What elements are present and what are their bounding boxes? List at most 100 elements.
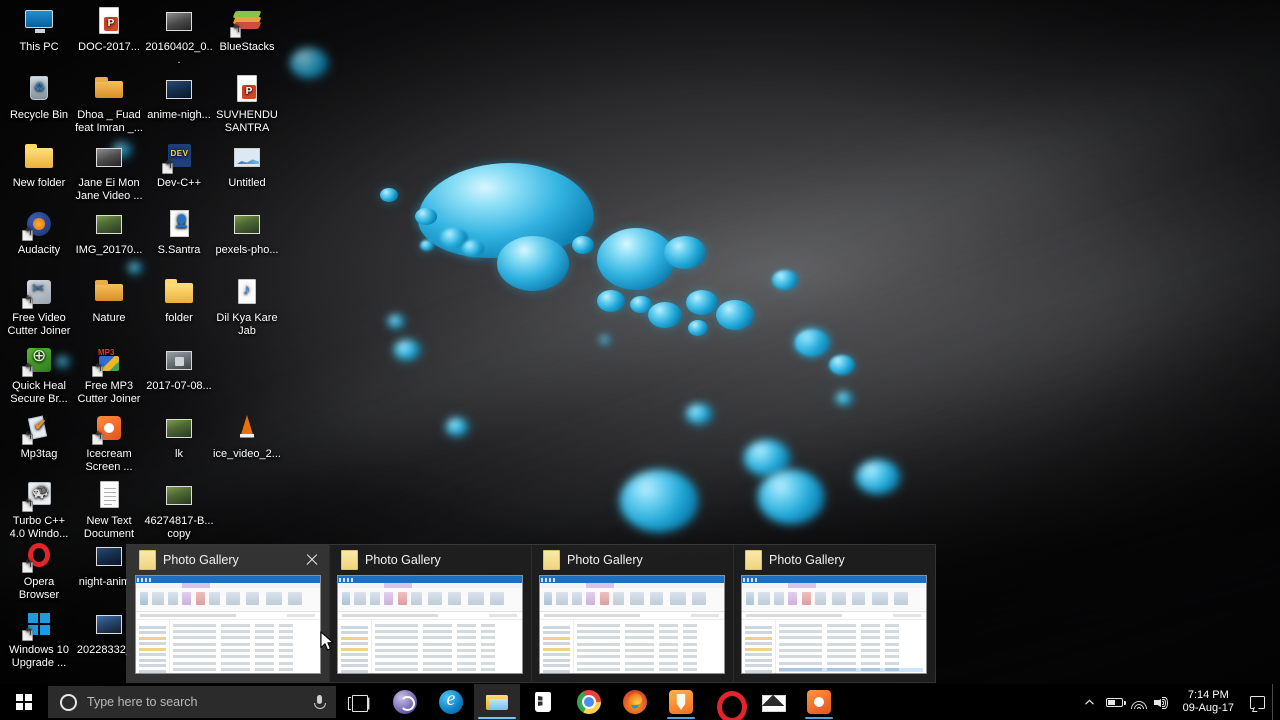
window-thumbnail[interactable]: Photo Gallery [329, 545, 531, 682]
desktop-icon[interactable]: Jane Ei Mon Jane Video ... [74, 141, 144, 203]
desktop-icon[interactable]: IMG_20170... [74, 208, 144, 257]
mini-file-row [173, 655, 317, 659]
mini-address-bar [338, 612, 522, 620]
powerpoint-document-icon [93, 5, 125, 37]
taskbar-app-file-explorer[interactable] [474, 684, 520, 720]
desktop-icon[interactable]: Windows 10 Upgrade ... [4, 608, 74, 670]
desktop-icon[interactable]: Turbo C++ 4.0 Windo... [4, 479, 74, 541]
desktop-icon[interactable]: Free Video Cutter Joiner [4, 276, 74, 338]
desktop-icon[interactable]: 46274817-B... copy [144, 479, 214, 541]
desktop-icon[interactable]: This PC [4, 5, 74, 54]
window-thumbnail[interactable]: Photo Gallery [127, 545, 329, 682]
desktop-icon[interactable]: 2017-07-08... [144, 344, 214, 393]
start-button[interactable] [0, 684, 48, 720]
desktop-icon[interactable]: anime-nigh... [144, 73, 214, 122]
desktop-icon[interactable]: S.Santra [144, 208, 214, 257]
desktop-icon[interactable]: Mp3tag [4, 412, 74, 461]
mini-file-list [574, 620, 724, 673]
mini-nav-pane [136, 620, 170, 673]
desktop-icon-label: Icecream Screen ... [85, 448, 133, 473]
icon-art [25, 10, 53, 33]
photo-thumbnail-icon [163, 412, 195, 444]
desktop-icon[interactable]: Opera Browser [4, 540, 74, 602]
clock-time: 7:14 PM [1187, 689, 1229, 701]
desktop-icon-label: Opera Browser [18, 576, 60, 601]
show-hidden-icons-button[interactable] [1077, 684, 1103, 720]
icon-art [234, 148, 260, 167]
desktop-icon[interactable]: Icecream Screen ... [74, 412, 144, 474]
taskbar-app-mail[interactable] [750, 684, 796, 720]
window-thumbnail[interactable]: Photo Gallery [733, 545, 935, 682]
close-icon[interactable] [301, 549, 323, 571]
desktop-icon[interactable]: Free MP3 Cutter Joiner [74, 344, 144, 406]
mini-ribbon [136, 588, 320, 612]
desktop-icon[interactable]: SUVHENDU SANTRA [212, 73, 282, 135]
taskbar-app-firefox[interactable] [612, 684, 658, 720]
text-document-icon [93, 479, 125, 511]
desktop-icon-label: Jane Ei Mon Jane Video ... [75, 177, 143, 202]
taskbar-app-uc-browser[interactable] [658, 684, 704, 720]
taskbar-app-edge[interactable] [428, 684, 474, 720]
show-desktop-button[interactable] [1272, 684, 1280, 720]
thumbnail-title: Photo Gallery [769, 553, 845, 567]
thumbnail-header: Photo Gallery [127, 545, 329, 575]
desktop-icon-label: ice_video_2... [213, 448, 281, 460]
desktop-icon[interactable]: pexels-pho... [212, 208, 282, 257]
wifi-icon [1130, 696, 1148, 709]
mini-file-row [779, 649, 923, 653]
desktop-icon[interactable]: Dhoa _ Fuad feat Imran _... [74, 73, 144, 135]
icon-art [238, 279, 256, 304]
microphone-icon[interactable] [312, 694, 326, 711]
wifi-button[interactable] [1127, 684, 1151, 720]
desktop-icon[interactable]: Recycle Bin [4, 73, 74, 122]
clock[interactable]: 7:14 PM 09-Aug-17 [1175, 684, 1242, 720]
desktop-icon[interactable]: New folder [4, 141, 74, 190]
task-view-button[interactable] [336, 684, 382, 720]
desktop-icon[interactable]: ice_video_2... [212, 412, 282, 461]
desktop-icon[interactable]: Quick Heal Secure Br... [4, 344, 74, 406]
photo-thumbnail-icon [163, 5, 195, 37]
taskbar-app-chrome[interactable] [566, 684, 612, 720]
desktop-icon-label: Dev-C++ [156, 177, 202, 189]
taskbar[interactable]: Type here to search 7:14 PM 09-Aug-17 [0, 684, 1280, 720]
taskbar-app-microsoft-store[interactable] [520, 684, 566, 720]
mini-file-row [577, 636, 721, 640]
desktop-icon[interactable]: BlueStacks [212, 5, 282, 54]
search-input[interactable]: Type here to search [48, 686, 336, 718]
photo-thumbnail-icon [231, 208, 263, 240]
mini-content [742, 620, 926, 673]
mini-file-row [173, 642, 317, 646]
desktop-icon[interactable]: Dev-C++ [144, 141, 214, 190]
desktop-icon[interactable]: Untitled [212, 141, 282, 190]
window-thumbnail[interactable]: Photo Gallery [531, 545, 733, 682]
icon-art [234, 215, 260, 234]
folder-icon [745, 550, 762, 570]
taskbar-app-opera[interactable] [704, 684, 750, 720]
icecream-icon [807, 690, 831, 714]
mini-ribbon [338, 588, 522, 612]
icon-art [99, 7, 119, 34]
mini-file-row [779, 667, 923, 672]
volume-icon [1153, 695, 1172, 710]
desktop-icon[interactable]: Audacity [4, 208, 74, 257]
desktop-icon[interactable]: Dil Kya Kare Jab [212, 276, 282, 338]
action-center-button[interactable] [1242, 684, 1272, 720]
taskbar-app-buttons [382, 684, 842, 720]
battery-button[interactable] [1103, 684, 1127, 720]
mini-content [540, 620, 724, 673]
desktop-icon[interactable]: DOC-2017... [74, 5, 144, 54]
desktop-icon[interactable]: Nature [74, 276, 144, 325]
volume-button[interactable] [1151, 684, 1175, 720]
taskbar-thumbnail-preview-panel[interactable]: Photo Gallery Photo Gallery Photo Gallery P… [127, 545, 935, 682]
desktop-icon[interactable]: New Text Document [74, 479, 144, 541]
desktop-icon[interactable]: lk [144, 412, 214, 461]
taskbar-app-icecream[interactable] [796, 684, 842, 720]
icon-art [166, 351, 192, 370]
vlc-media-icon [231, 412, 263, 444]
shortcut-arrow-icon [22, 434, 33, 445]
taskbar-app-bittorrent[interactable] [382, 684, 428, 720]
desktop-icon[interactable]: folder [144, 276, 214, 325]
folder-icon [139, 550, 156, 570]
desktop-icon-label: Free Video Cutter Joiner [7, 312, 71, 337]
desktop-icon[interactable]: 20160402_0... [144, 5, 214, 67]
